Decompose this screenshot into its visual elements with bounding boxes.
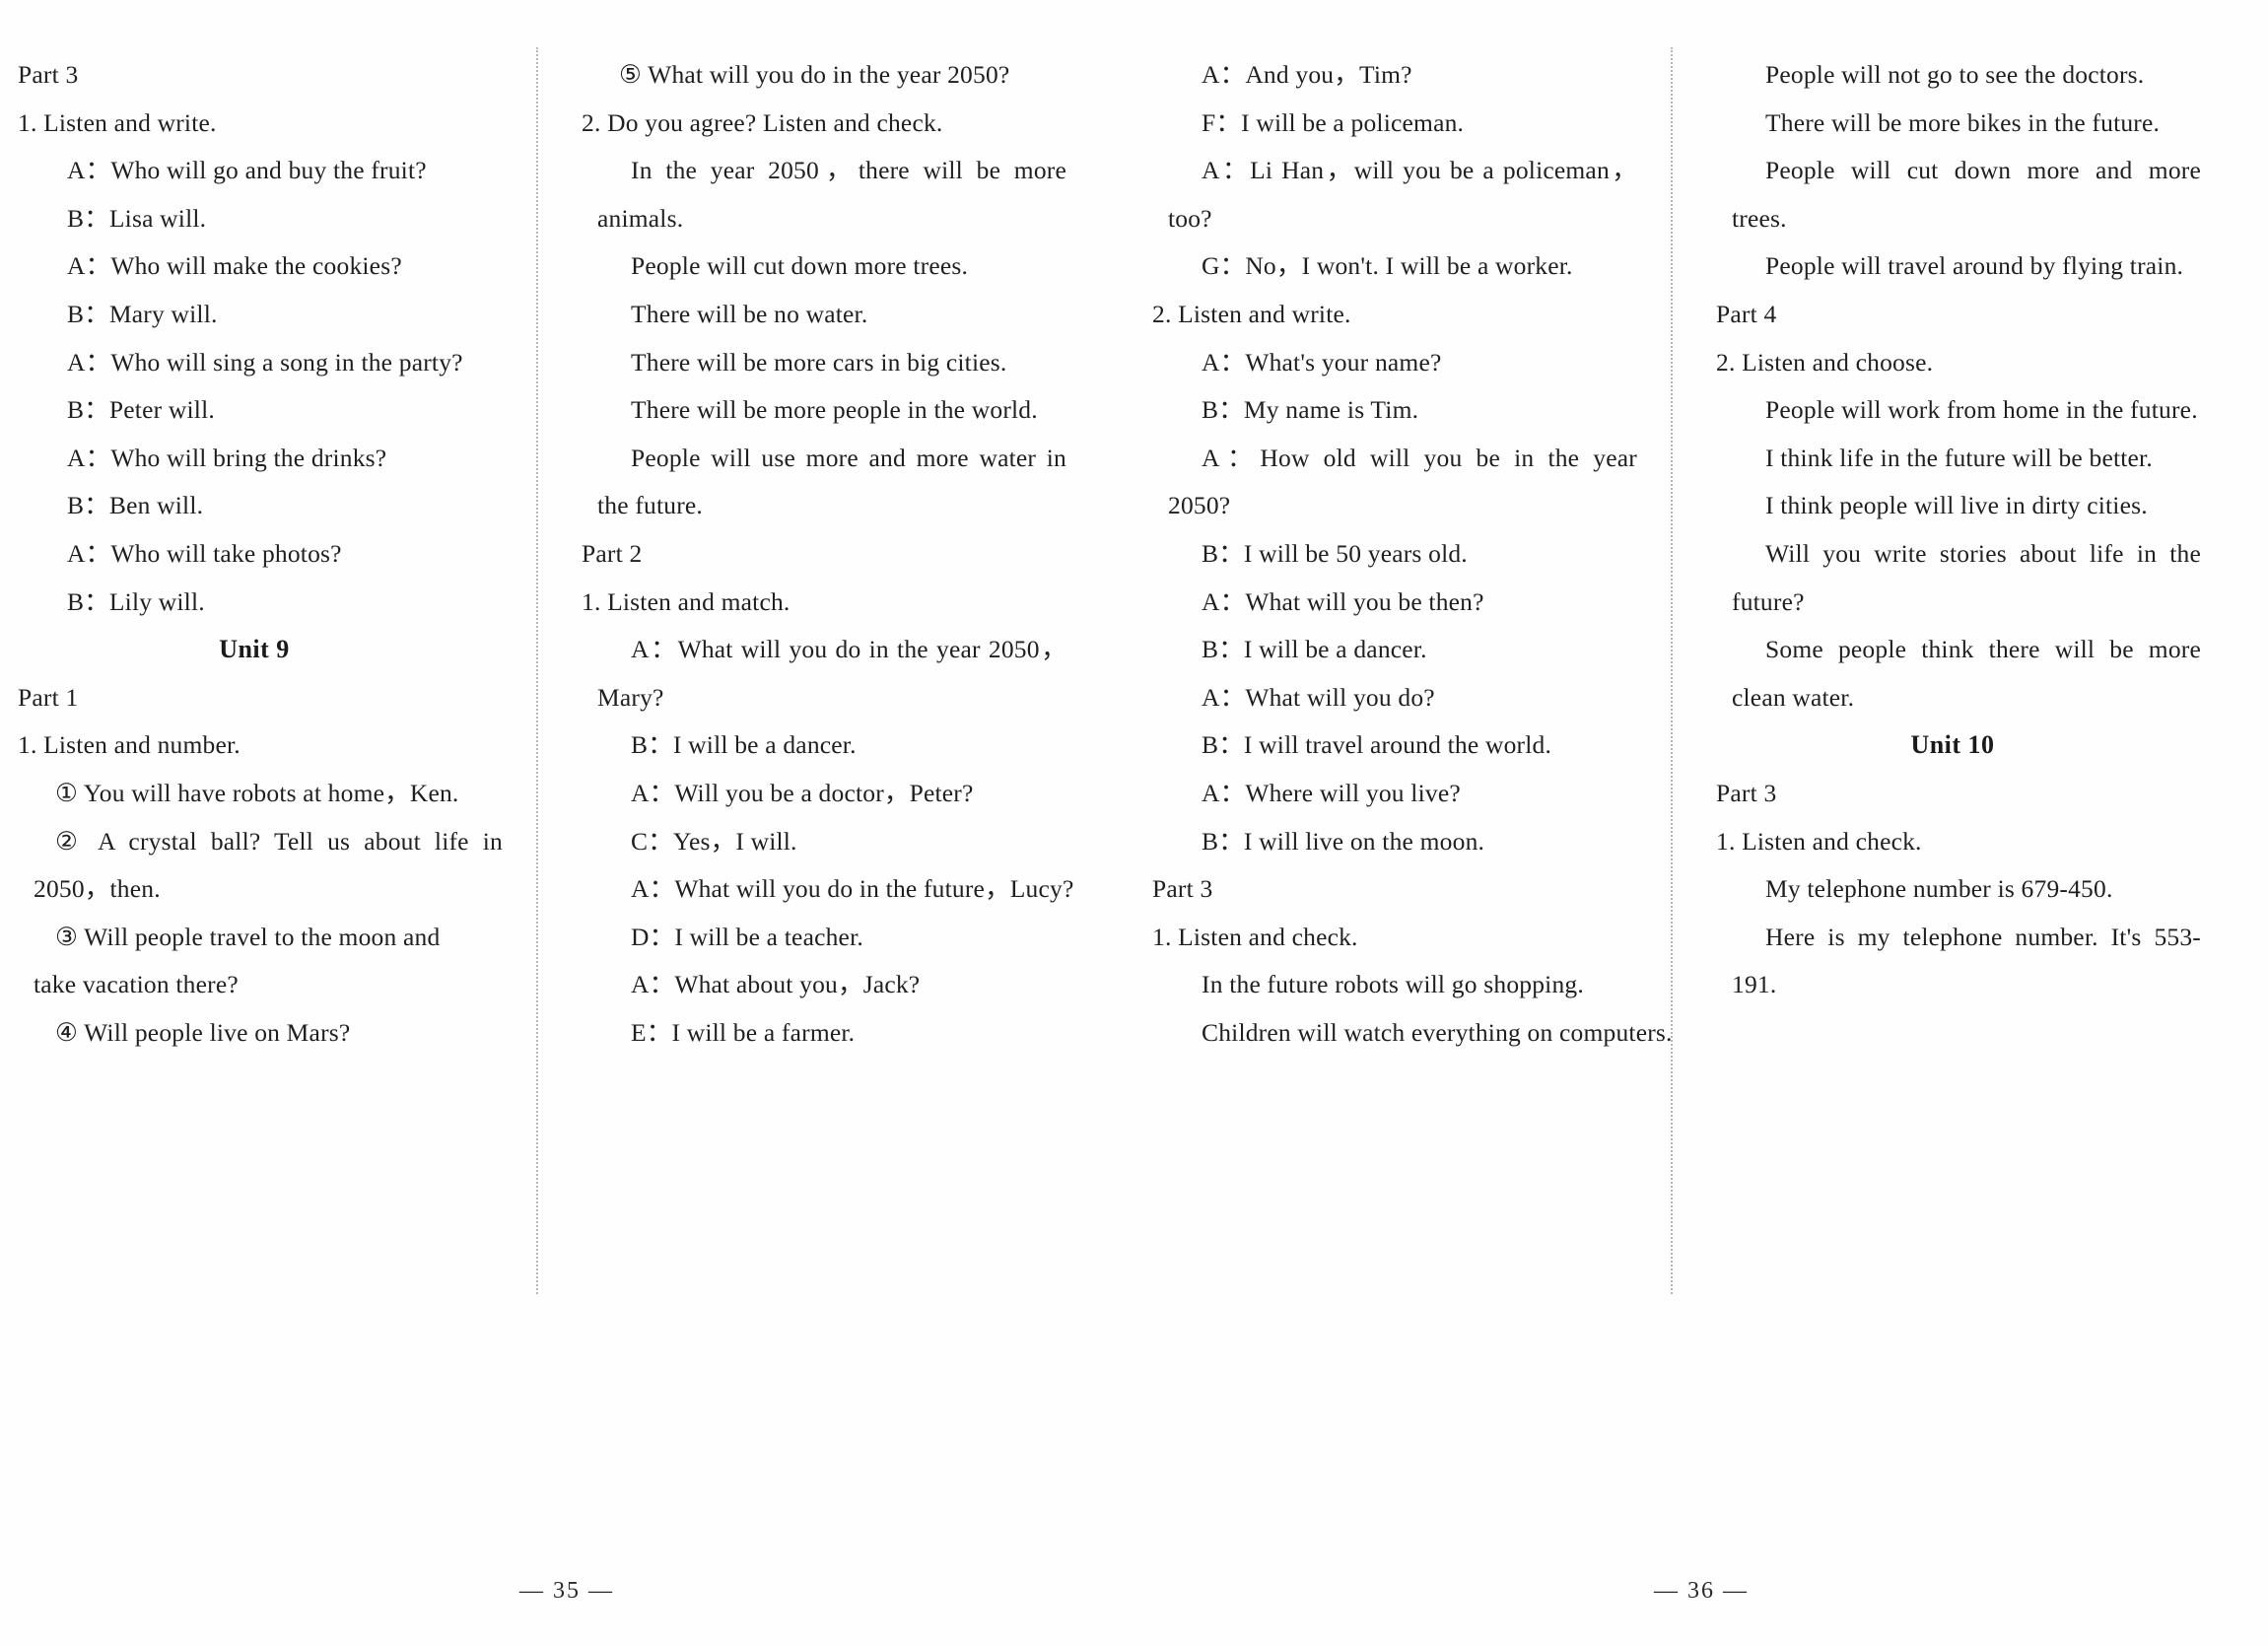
script-line: People will travel around by flying trai… — [1765, 251, 2184, 281]
dotted-divider-icon — [1671, 47, 1673, 1294]
task-heading: 2. Listen and choose. — [1716, 347, 1934, 377]
script-line: future? — [1732, 586, 1805, 616]
task-heading: 2. Do you agree? Listen and check. — [582, 107, 943, 137]
script-line: Mary? — [597, 682, 664, 712]
page-left: Part 3 1. Listen and write. A：Who will go … — [0, 0, 1134, 1646]
script-line: A：Who will sing a song in the party? — [67, 347, 463, 377]
page-right-columns: A：And you，Tim? F：I will be a policeman. A：… — [1134, 47, 2268, 1294]
script-line: 191. — [1732, 970, 1777, 999]
script-line: B：Lily will. — [67, 586, 205, 616]
page-number-left: — 35 — — [519, 1578, 614, 1604]
script-line: too? — [1168, 203, 1212, 233]
script-line: People will cut down more and more — [1765, 156, 2201, 185]
task-heading: 1. Listen and check. — [1716, 826, 1922, 856]
part-heading: Part 2 — [582, 538, 643, 568]
script-line: A：Who will take photos? — [67, 538, 342, 568]
script-line: There will be more people in the world. — [631, 395, 1038, 425]
part-heading: Part 4 — [1716, 299, 1777, 328]
script-line: ① You will have robots at home，Ken. — [55, 778, 459, 807]
script-line: the future. — [597, 491, 703, 520]
script-line: B：I will be a dancer. — [1202, 635, 1427, 664]
script-line: People will work from home in the future… — [1765, 395, 2198, 425]
script-line: D：I will be a teacher. — [631, 922, 863, 951]
page-right: A：And you，Tim? F：I will be a policeman. A：… — [1134, 0, 2268, 1646]
text-column-1: Part 3 1. Listen and write. A：Who will go … — [0, 51, 509, 1057]
script-line: 2050，then. — [34, 874, 161, 904]
script-line: A：Where will you live? — [1202, 778, 1461, 807]
script-line: clean water. — [1732, 682, 1855, 712]
script-line: A：Li Han，will you be a policeman， — [1202, 156, 1637, 185]
script-line: People will not go to see the doctors. — [1765, 60, 2145, 89]
script-line: Some people think there will be more — [1765, 635, 2201, 664]
script-line: People will use more and more water in — [631, 443, 1066, 472]
script-line: I think life in the future will be bette… — [1765, 443, 2153, 472]
page-number-right: — 36 — — [1654, 1578, 1749, 1604]
script-line: B：I will live on the moon. — [1202, 826, 1485, 856]
script-line: In the future robots will go shopping. — [1202, 970, 1584, 999]
script-line: A：What will you do? — [1202, 682, 1435, 712]
text-column-4: People will not go to see the doctors. Th… — [1698, 51, 2207, 1057]
script-line: There will be more bikes in the future. — [1765, 107, 2161, 137]
script-line: G：No，I won't. I will be a worker. — [1202, 251, 1573, 281]
script-line: ② A crystal ball? Tell us about life in — [55, 826, 503, 856]
script-line: In the year 2050，there will be more — [631, 156, 1066, 185]
unit-heading: Unit 9 — [219, 635, 290, 664]
page-spread: Part 3 1. Listen and write. A：Who will go … — [0, 0, 2268, 1646]
dotted-divider-icon — [536, 47, 538, 1294]
script-line: B：Peter will. — [67, 395, 215, 425]
unit-heading: Unit 10 — [1910, 730, 1995, 760]
script-line: A：And you，Tim? — [1202, 60, 1412, 89]
script-line: A：Who will make the cookies? — [67, 251, 402, 281]
script-line: E：I will be a farmer. — [631, 1017, 856, 1047]
script-line: A：Who will bring the drinks? — [67, 443, 387, 472]
script-line: I think people will live in dirty cities… — [1765, 491, 2148, 520]
part-heading: Part 1 — [18, 682, 79, 712]
script-line: ⑤ What will you do in the year 2050? — [619, 60, 1010, 89]
script-line: ④ Will people live on Mars? — [55, 1017, 351, 1047]
script-line: C：Yes，I will. — [631, 826, 797, 856]
script-line: Will you write stories about life in the — [1765, 538, 2201, 568]
page-left-columns: Part 3 1. Listen and write. A：Who will go … — [0, 47, 1134, 1294]
script-line: B：Lisa will. — [67, 203, 207, 233]
part-heading: Part 3 — [18, 60, 79, 89]
script-line: animals. — [597, 203, 684, 233]
script-line: B：My name is Tim. — [1202, 395, 1419, 425]
text-column-3: A：And you，Tim? F：I will be a policeman. A：… — [1134, 51, 1673, 1057]
task-heading: 1. Listen and write. — [18, 107, 217, 137]
script-line: A：What will you do in the future，Lucy? — [631, 874, 1074, 904]
task-heading: 1. Listen and number. — [18, 730, 241, 760]
script-line: B：I will be a dancer. — [631, 730, 857, 760]
script-line: ③ Will people travel to the moon and — [55, 922, 441, 951]
script-line: A：Who will go and buy the fruit? — [67, 156, 427, 185]
script-line: A：How old will you be in the year — [1202, 443, 1637, 472]
script-line: 2050? — [1168, 491, 1231, 520]
task-heading: 1. Listen and match. — [582, 586, 790, 616]
script-line: My telephone number is 679-450. — [1765, 874, 2113, 904]
column-divider-1 — [509, 47, 564, 1294]
script-line: There will be no water. — [631, 299, 868, 328]
script-line: A：What will you do in the year 2050， — [631, 635, 1066, 664]
part-heading: Part 3 — [1716, 778, 1777, 807]
script-line: B：I will travel around the world. — [1202, 730, 1552, 760]
script-line: Here is my telephone number. It's 553- — [1765, 922, 2201, 951]
script-line: B：I will be 50 years old. — [1202, 538, 1468, 568]
script-line: There will be more cars in big cities. — [631, 347, 1007, 377]
script-line: People will cut down more trees. — [631, 251, 969, 281]
script-line: Children will watch everything on comput… — [1202, 1017, 1673, 1047]
script-line: A：Will you be a doctor，Peter? — [631, 778, 974, 807]
task-heading: 2. Listen and write. — [1152, 299, 1351, 328]
script-line: A：What about you，Jack? — [631, 970, 921, 999]
task-heading: 1. Listen and check. — [1152, 922, 1358, 951]
script-line: B：Ben will. — [67, 491, 204, 520]
script-line: trees. — [1732, 203, 1787, 233]
script-line: F：I will be a policeman. — [1202, 107, 1465, 137]
script-line: take vacation there? — [34, 970, 239, 999]
script-line: B：Mary will. — [67, 299, 218, 328]
part-heading: Part 3 — [1152, 874, 1213, 904]
script-line: A：What will you be then? — [1202, 586, 1484, 616]
script-line: A：What's your name? — [1202, 347, 1442, 377]
text-column-2: ⑤ What will you do in the year 2050? 2. D… — [564, 51, 1074, 1057]
column-divider-2 — [1643, 47, 1698, 1294]
